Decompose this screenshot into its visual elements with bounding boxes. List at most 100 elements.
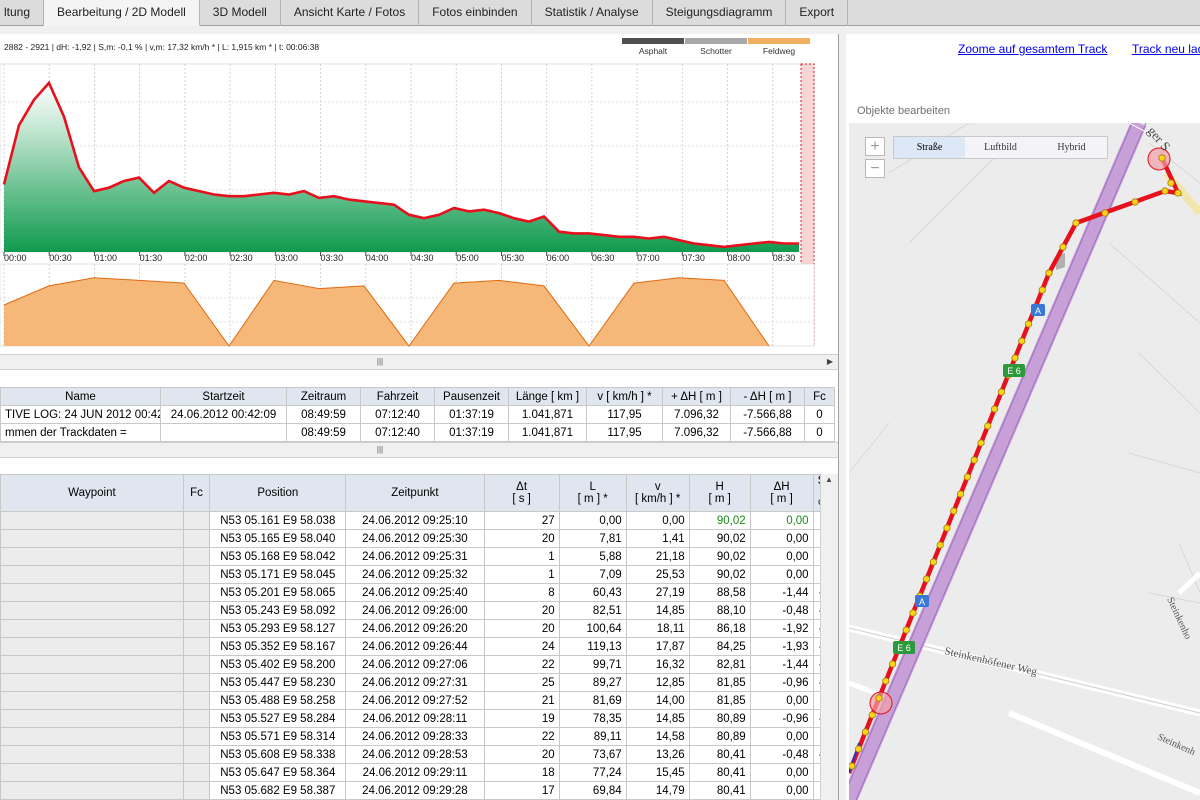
track-table-header-0[interactable]: Name	[0, 387, 161, 406]
table-row[interactable]: N53 05.293 E9 58.127 24.06.2012 09:26:20 2…	[0, 619, 835, 638]
map-type-1[interactable]: Luftbild	[965, 137, 1036, 158]
tab-2[interactable]: 3D Modell	[200, 0, 281, 26]
track-table-header-6[interactable]: v [ km/h ] *	[586, 387, 663, 406]
track-point[interactable]	[977, 439, 985, 447]
tab-0[interactable]: ltung	[0, 0, 45, 26]
waypoint-table-header-3[interactable]: Zeitpunkt	[345, 474, 485, 512]
track-point[interactable]	[1018, 337, 1026, 345]
waypoint-table-header-6[interactable]: v [ km/h ] *	[625, 474, 690, 512]
table-row[interactable]: N53 05.527 E9 58.284 24.06.2012 09:28:11 1…	[0, 709, 835, 728]
track-point[interactable]	[1072, 219, 1080, 227]
table-row[interactable]: N53 05.488 E9 58.258 24.06.2012 09:27:52 2…	[0, 691, 835, 710]
table-row[interactable]: N53 05.201 E9 58.065 24.06.2012 09:25:40 8…	[0, 583, 835, 602]
waypoint-table-header-5[interactable]: L [ m ] *	[558, 474, 627, 512]
table-row[interactable]: N53 05.647 E9 58.364 24.06.2012 09:29:11 1…	[0, 763, 835, 782]
elevation-speed-charts[interactable]: 00:00 00:30 01:00 01:30 02:00 02:30 03:00 03:30…	[0, 58, 820, 348]
map-type-2[interactable]: Hybrid	[1036, 137, 1107, 158]
table-row[interactable]: N53 05.682 E9 58.387 24.06.2012 09:29:28 1…	[0, 781, 835, 800]
track-point[interactable]	[875, 694, 883, 702]
table-row[interactable]: N53 05.402 E9 58.200 24.06.2012 09:27:06 2…	[0, 655, 835, 674]
track-point[interactable]	[950, 507, 958, 515]
tab-6[interactable]: Steigungsdiagramm	[653, 0, 787, 26]
track-point[interactable]	[963, 473, 972, 481]
track-point[interactable]	[1131, 198, 1139, 206]
track-row[interactable]: TIVE LOG: 24 JUN 2012 00:42 24.06.2012 00…	[0, 405, 835, 424]
chart-scrollbar[interactable]: ||| ▶	[0, 354, 838, 370]
track-point[interactable]	[1038, 286, 1046, 294]
track-point[interactable]	[923, 575, 931, 583]
waypoint-table-header-4[interactable]: Δt [ s ]	[483, 474, 560, 512]
map-canvas[interactable]: A E 6 A E 6 Steinkenhöfener Weg Steinken…	[849, 123, 1200, 800]
x-tick-label: 03:30	[321, 253, 344, 263]
track-row[interactable]: mmen der Trackdaten = 08:49:59 07:12:40 01:…	[0, 423, 835, 442]
tab-3[interactable]: Ansicht Karte / Fotos	[281, 0, 420, 26]
track-point[interactable]	[1167, 179, 1175, 187]
scroll-grip-icon[interactable]: |||	[370, 357, 390, 368]
map-zoom-in-button[interactable]: +	[865, 137, 885, 156]
scroll-up-icon[interactable]: ▲	[823, 474, 835, 486]
waypoint-table-header-8[interactable]: ΔH [ m ]	[749, 474, 814, 512]
track-point[interactable]	[991, 405, 999, 413]
track-table-header-1[interactable]: Startzeit	[160, 387, 287, 406]
track-point[interactable]	[970, 456, 978, 464]
waypoint-cell: N53 05.682 E9 58.387	[209, 781, 347, 800]
table-row[interactable]: N53 05.352 E9 58.167 24.06.2012 09:26:44 2…	[0, 637, 835, 656]
table-row[interactable]: N53 05.243 E9 58.092 24.06.2012 09:26:00 2…	[0, 601, 835, 620]
track-point[interactable]	[855, 745, 863, 753]
tab-4[interactable]: Fotos einbinden	[419, 0, 532, 26]
map-type-0[interactable]: Straße	[894, 137, 965, 158]
table-row[interactable]: N53 05.571 E9 58.314 24.06.2012 09:28:33 2…	[0, 727, 835, 746]
zoom-to-track-link[interactable]: Zoome auf gesamtem Track	[958, 42, 1107, 56]
track-point[interactable]	[1158, 154, 1166, 162]
track-table-header-5[interactable]: Länge [ km ]	[508, 387, 587, 406]
tab-7[interactable]: Export	[786, 0, 849, 26]
track-point[interactable]	[1011, 354, 1019, 362]
table-row[interactable]: N53 05.165 E9 58.040 24.06.2012 09:25:30 2…	[0, 529, 835, 548]
waypoint-vertical-scrollbar[interactable]: ▲	[820, 474, 838, 800]
tab-1[interactable]: Bearbeitung / 2D Modell	[44, 0, 200, 26]
track-point[interactable]	[1045, 269, 1053, 277]
track-point[interactable]	[1101, 209, 1109, 217]
track-point[interactable]	[1025, 320, 1033, 328]
track-point[interactable]	[861, 728, 869, 736]
table-row[interactable]: N53 05.447 E9 58.230 24.06.2012 09:27:31 2…	[0, 673, 835, 692]
track-table-header-2[interactable]: Zeitraum	[286, 387, 361, 406]
track-point[interactable]	[997, 388, 1005, 396]
track-table-header-8[interactable]: - ΔH [ m ]	[730, 387, 805, 406]
waypoint-table-header-0[interactable]: Waypoint	[0, 474, 184, 512]
reload-track-link[interactable]: Track neu lad	[1132, 42, 1200, 56]
track-point[interactable]	[1059, 243, 1067, 251]
waypoint-table-header-2[interactable]: Position	[209, 474, 347, 512]
map-zoom-out-button[interactable]: −	[865, 159, 885, 178]
track-cell: 7.096,32	[662, 405, 731, 424]
table-row[interactable]: N53 05.171 E9 58.045 24.06.2012 09:25:32 1…	[0, 565, 835, 584]
track-point[interactable]	[882, 677, 890, 685]
track-table-header-7[interactable]: + ΔH [ m ]	[662, 387, 731, 406]
track-point[interactable]	[888, 660, 897, 668]
track-point[interactable]	[868, 711, 876, 719]
table-row[interactable]: N53 05.168 E9 58.042 24.06.2012 09:25:31 1…	[0, 547, 835, 566]
track-point[interactable]	[929, 558, 938, 566]
waypoint-table-header-1[interactable]: Fc	[182, 474, 211, 512]
track-point[interactable]	[1174, 189, 1182, 197]
track-point[interactable]	[902, 626, 910, 634]
track-point[interactable]	[936, 541, 944, 549]
map-view[interactable]: A E 6 A E 6 Steinkenhöfener Weg Steinken…	[849, 123, 1200, 800]
track-point[interactable]	[957, 490, 965, 498]
track-point[interactable]	[943, 524, 951, 532]
tab-5[interactable]: Statistik / Analyse	[532, 0, 653, 26]
track-table-header-9[interactable]: Fc	[804, 387, 835, 406]
track-table-header-3[interactable]: Fahrzeit	[360, 387, 435, 406]
track-point[interactable]	[849, 762, 856, 770]
scroll-right-icon[interactable]: ▶	[824, 356, 836, 368]
table-row[interactable]: N53 05.608 E9 58.338 24.06.2012 09:28:53 2…	[0, 745, 835, 764]
waypoint-table-header-7[interactable]: H [ m ]	[688, 474, 751, 512]
table-scrollbar[interactable]: |||	[0, 442, 838, 458]
track-table-header-4[interactable]: Pausenzeit	[434, 387, 509, 406]
track-point[interactable]	[1161, 187, 1169, 195]
table-row[interactable]: N53 05.161 E9 58.038 24.06.2012 09:25:10 2…	[0, 511, 835, 530]
track-point[interactable]	[909, 609, 917, 617]
scroll-grip-icon[interactable]: |||	[370, 445, 390, 456]
track-point[interactable]	[984, 422, 992, 430]
waypoint-cell: 80,41	[688, 763, 751, 782]
